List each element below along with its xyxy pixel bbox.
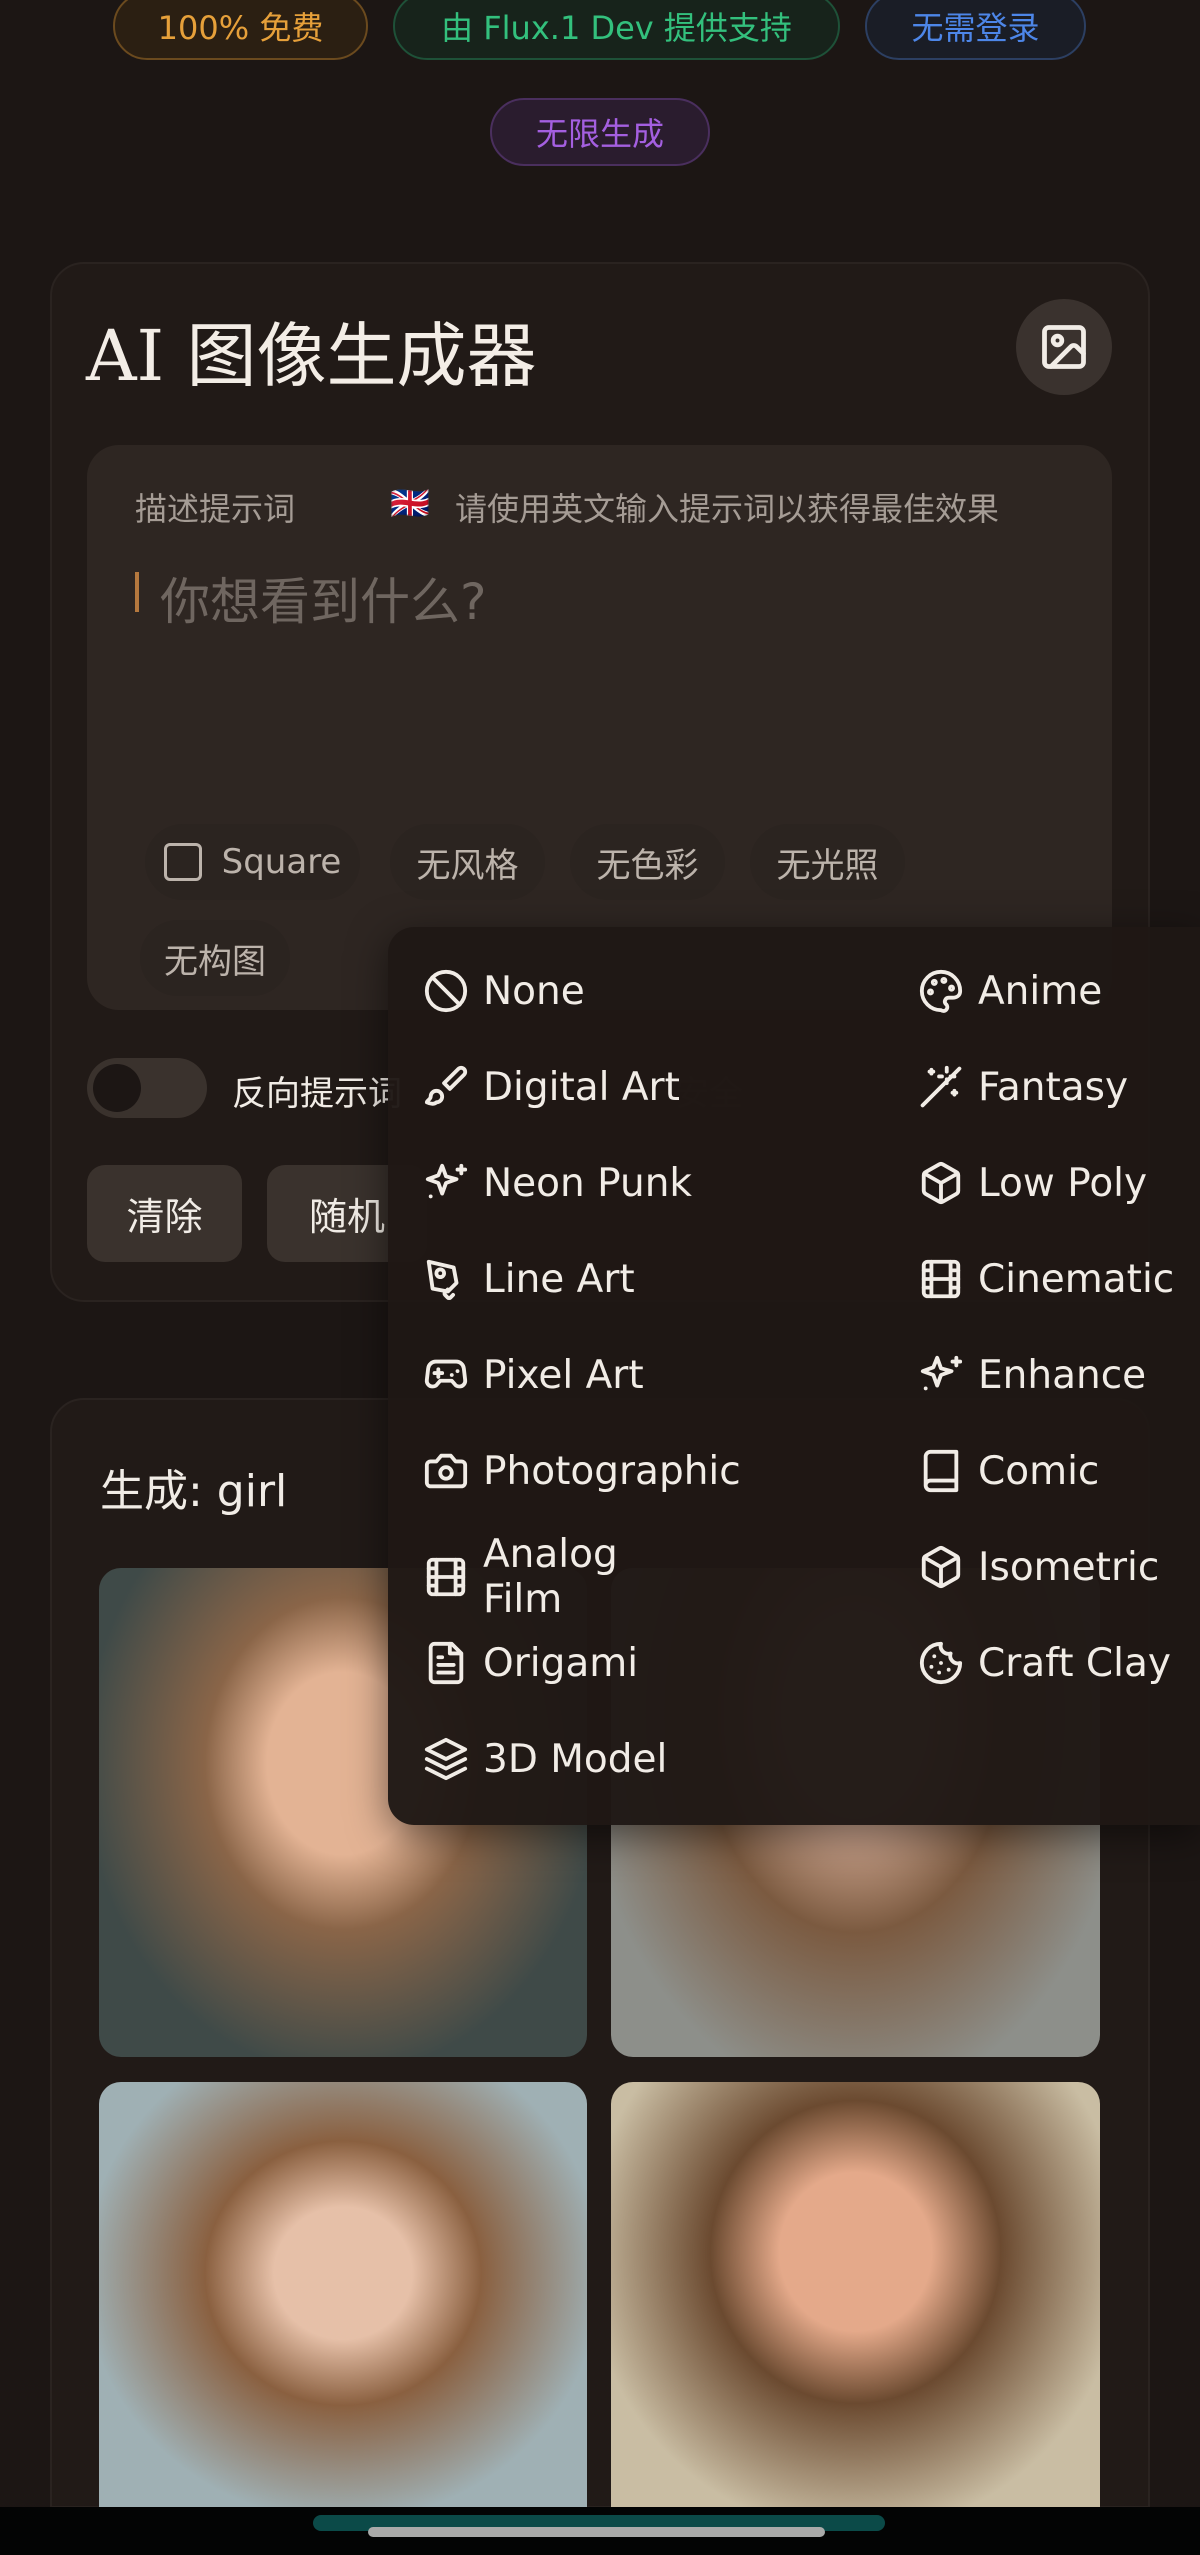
style-option-label: Origami bbox=[483, 1640, 639, 1686]
sparkles-icon bbox=[425, 1163, 468, 1199]
style-option[interactable]: Comic bbox=[918, 1436, 1099, 1506]
square-label: Square bbox=[221, 842, 342, 882]
style-option-label: Enhance bbox=[978, 1352, 1147, 1398]
style-option-label: Neon Punk bbox=[483, 1160, 692, 1206]
style-option[interactable]: Digital Art bbox=[423, 1052, 680, 1122]
composition-chip[interactable]: 无构图 bbox=[140, 920, 290, 996]
brush-icon bbox=[424, 1065, 468, 1106]
toggle-knob bbox=[93, 1064, 141, 1112]
style-option[interactable]: Enhance bbox=[918, 1340, 1146, 1410]
book-icon bbox=[923, 1449, 959, 1493]
style-option[interactable]: Low Poly bbox=[918, 1148, 1147, 1218]
badge-unlimited: 无限生成 bbox=[490, 98, 710, 166]
page-title: AI 图像生成器 bbox=[86, 315, 537, 397]
style-option[interactable]: None bbox=[423, 956, 585, 1026]
pen-tool-icon bbox=[426, 1259, 459, 1301]
film-icon bbox=[921, 1259, 961, 1299]
style-option-label: Comic bbox=[978, 1448, 1100, 1494]
style-option-label: Cinematic bbox=[978, 1256, 1175, 1302]
badge-free: 100% 免费 bbox=[113, 0, 368, 60]
generated-image-3[interactable] bbox=[99, 2082, 587, 2507]
style-option[interactable]: Isometric bbox=[918, 1532, 1159, 1602]
box-icon bbox=[921, 1161, 961, 1205]
film-icon bbox=[426, 1557, 466, 1597]
style-option[interactable]: Line Art bbox=[423, 1244, 635, 1314]
file-text-icon bbox=[428, 1641, 464, 1685]
ban-icon bbox=[424, 969, 468, 1013]
style-option-label: Low Poly bbox=[978, 1160, 1148, 1206]
box-icon bbox=[921, 1545, 961, 1589]
style-option[interactable]: Origami bbox=[423, 1628, 638, 1698]
layers-icon bbox=[424, 1737, 468, 1781]
prompt-hint: 请使用英文输入提示词以获得最佳效果 bbox=[455, 490, 1000, 528]
style-option[interactable]: Fantasy bbox=[918, 1052, 1128, 1122]
style-option[interactable]: Analog Film bbox=[423, 1532, 693, 1622]
style-option-label: 3D Model bbox=[483, 1736, 668, 1782]
image-icon bbox=[1042, 325, 1086, 369]
camera-icon bbox=[424, 1453, 468, 1489]
square-chip[interactable]: Square bbox=[145, 824, 360, 900]
style-option[interactable]: Cinematic bbox=[918, 1244, 1174, 1314]
home-indicator[interactable] bbox=[368, 2527, 825, 2537]
badge-flux: 由 Flux.1 Dev 提供支持 bbox=[393, 0, 840, 60]
prompt-placeholder: 你想看到什么? bbox=[160, 573, 487, 631]
style-option-label: Line Art bbox=[483, 1256, 635, 1302]
color-chip[interactable]: 无色彩 bbox=[570, 824, 725, 900]
lighting-chip[interactable]: 无光照 bbox=[750, 824, 905, 900]
uk-flag-icon: 🇬🇧 bbox=[390, 484, 430, 522]
style-option[interactable]: Craft Clay bbox=[918, 1628, 1171, 1698]
style-option-label: Pixel Art bbox=[483, 1352, 644, 1398]
gamepad-icon bbox=[424, 1359, 468, 1389]
style-dropdown: None Digital Art Neon Punk Line Art Pixel Ar… bbox=[388, 927, 1200, 1825]
negative-prompt-label: 反向提示词 bbox=[232, 1074, 402, 1114]
style-option[interactable]: Neon Punk bbox=[423, 1148, 692, 1218]
style-option-label: Photographic bbox=[483, 1448, 741, 1494]
style-option-label: None bbox=[483, 968, 585, 1014]
style-option[interactable]: Photographic bbox=[423, 1436, 741, 1506]
style-chip[interactable]: 无风格 bbox=[390, 824, 545, 900]
image-upload-button[interactable] bbox=[1016, 299, 1112, 395]
palette-icon bbox=[919, 969, 963, 1013]
prompt-label: 描述提示词 bbox=[135, 490, 296, 528]
checkbox-icon[interactable] bbox=[163, 843, 202, 881]
style-option-label: Anime bbox=[978, 968, 1103, 1014]
badge-no-login: 无需登录 bbox=[865, 0, 1086, 60]
style-option-label: Isometric bbox=[978, 1544, 1160, 1590]
clear-button[interactable]: 清除 bbox=[87, 1165, 242, 1262]
style-option-label: Craft Clay bbox=[978, 1640, 1171, 1686]
cookie-icon bbox=[919, 1641, 963, 1685]
style-option[interactable]: Anime bbox=[918, 956, 1102, 1026]
style-option-label: Analog Film bbox=[483, 1532, 618, 1622]
text-cursor bbox=[135, 572, 139, 612]
negative-prompt-toggle[interactable] bbox=[87, 1058, 207, 1118]
style-option[interactable]: Pixel Art bbox=[423, 1340, 644, 1410]
style-option-label: Fantasy bbox=[978, 1064, 1129, 1110]
generated-image-4[interactable] bbox=[611, 2082, 1100, 2507]
sparkles-icon bbox=[920, 1355, 963, 1391]
results-title: 生成: girl bbox=[100, 1466, 288, 1517]
wand-icon bbox=[920, 1065, 962, 1108]
style-option-label: Digital Art bbox=[483, 1064, 680, 1110]
style-option[interactable]: 3D Model bbox=[423, 1724, 667, 1794]
